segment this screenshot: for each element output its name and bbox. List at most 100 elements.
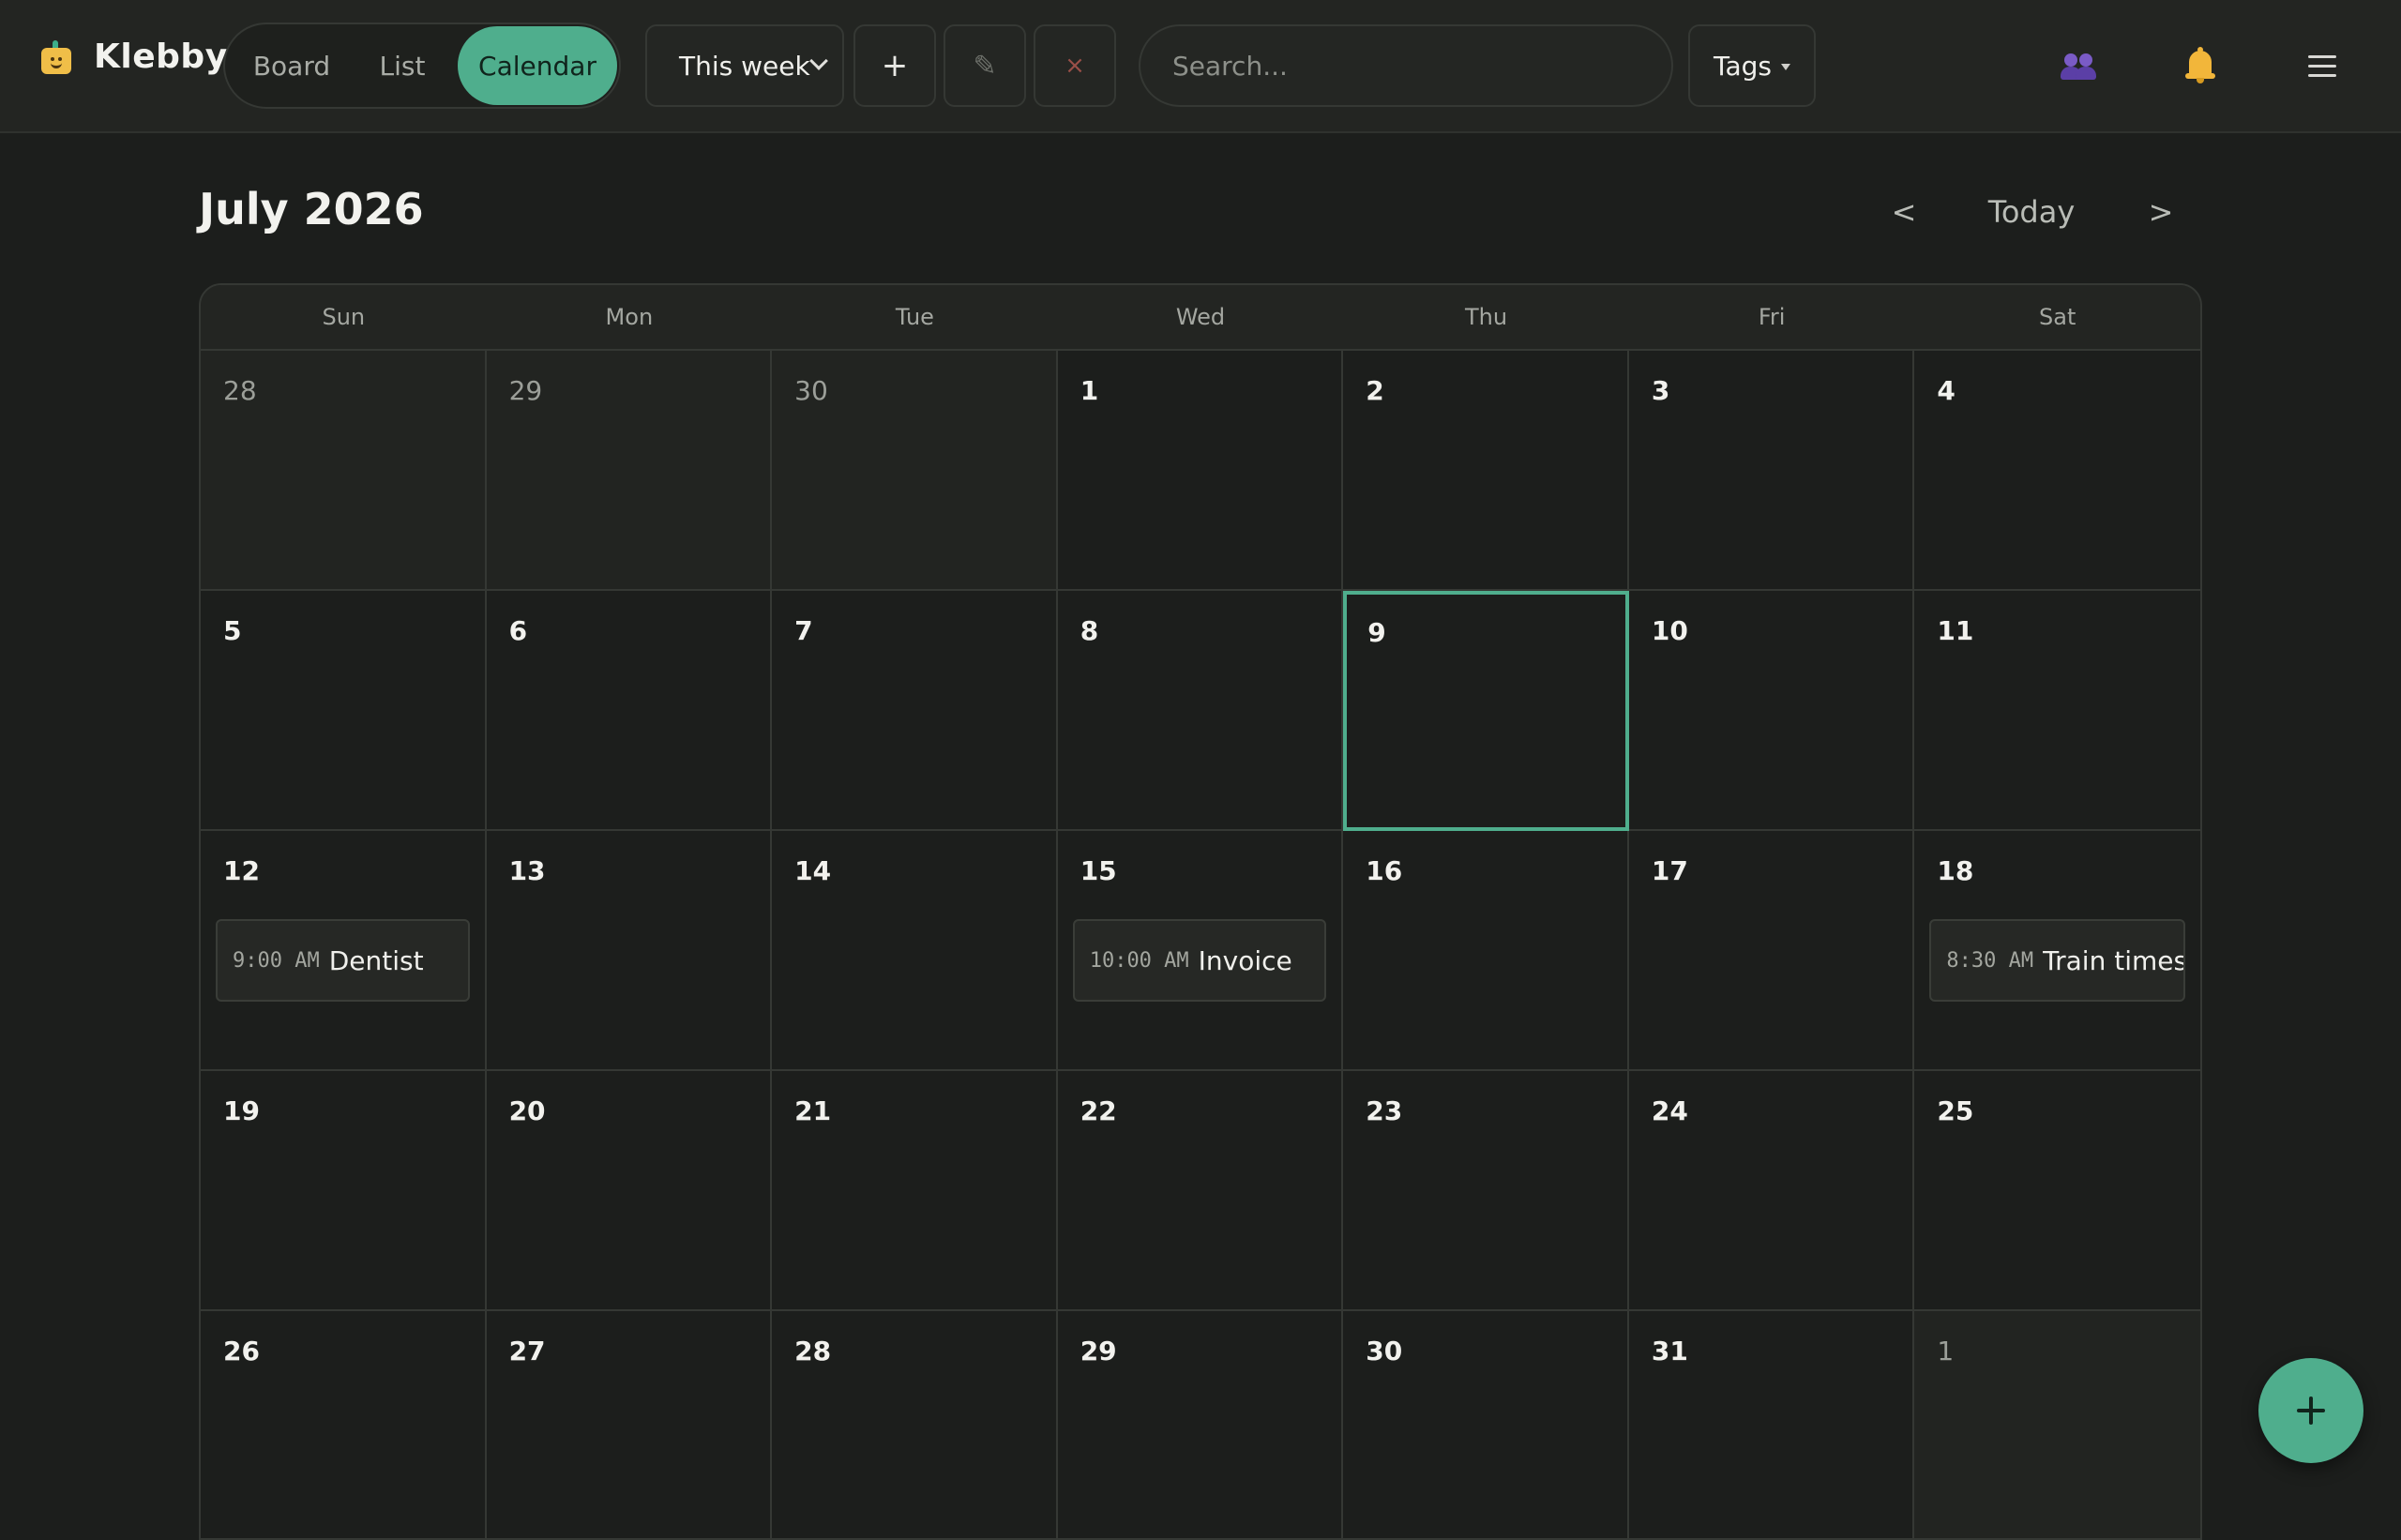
calendar-day[interactable]: 17 xyxy=(1628,831,1915,1071)
app-logo-icon xyxy=(38,38,75,76)
range-select[interactable]: This week xyxy=(645,24,844,107)
calendar-day[interactable]: 11 xyxy=(1914,591,2200,831)
users-icon xyxy=(2060,52,2097,80)
day-number: 28 xyxy=(223,375,257,406)
calendar-day[interactable]: 25 xyxy=(1914,1071,2200,1311)
day-number: 20 xyxy=(508,1095,546,1126)
day-number: 21 xyxy=(794,1095,832,1126)
pencil-icon: ✎ xyxy=(973,49,997,83)
view-switcher: Board List Calendar xyxy=(223,23,621,109)
users-button[interactable] xyxy=(2050,38,2107,94)
top-bar: Klebby Board List Calendar This week + ✎… xyxy=(0,0,2401,133)
calendar-day[interactable]: 12 9:00 AM Dentist xyxy=(201,831,487,1071)
calendar-day[interactable]: 7 xyxy=(772,591,1058,831)
tab-calendar[interactable]: Calendar xyxy=(458,26,617,105)
notifications-button[interactable] xyxy=(2172,38,2228,94)
day-number: 17 xyxy=(1651,855,1688,886)
weekday-label: Wed xyxy=(1175,304,1226,330)
day-number: 15 xyxy=(1080,855,1117,886)
day-number: 1 xyxy=(1080,375,1099,406)
calendar-day[interactable]: 28 xyxy=(201,351,487,591)
calendar-day[interactable]: 22 xyxy=(1057,1071,1344,1311)
event-time: 8:30 AM xyxy=(1946,948,2034,973)
weekday-label: Sat xyxy=(2039,304,2076,330)
month-title: July 2026 xyxy=(199,184,424,234)
calendar-day[interactable]: 13 xyxy=(486,831,773,1071)
calendar-day[interactable]: 4 xyxy=(1914,351,2200,591)
calendar-day[interactable]: 18 8:30 AM Train times xyxy=(1914,831,2200,1071)
edit-button[interactable]: ✎ xyxy=(944,24,1026,107)
today-button[interactable]: Today xyxy=(1970,184,2093,240)
day-number: 12 xyxy=(223,855,260,886)
day-number: 26 xyxy=(223,1336,260,1366)
calendar-event[interactable]: 8:30 AM Train times xyxy=(1929,919,2185,1002)
calendar-day[interactable]: 29 xyxy=(1057,1311,1344,1538)
day-number: 29 xyxy=(508,375,543,406)
plus-icon: + xyxy=(881,47,909,84)
calendar-day[interactable]: 20 xyxy=(486,1071,773,1311)
day-number: 7 xyxy=(794,615,813,646)
calendar-event[interactable]: 9:00 AM Dentist xyxy=(216,919,470,1002)
day-number: 11 xyxy=(1937,615,1974,646)
calendar-day[interactable]: 19 xyxy=(201,1071,487,1311)
tab-board[interactable]: Board xyxy=(236,26,347,105)
search-input[interactable] xyxy=(1139,24,1673,107)
day-number: 1 xyxy=(1937,1336,1955,1366)
calendar-day[interactable]: 30 xyxy=(772,351,1058,591)
calendar-day[interactable]: 27 xyxy=(486,1311,773,1538)
weekday-header: Sun Mon Tue Wed Thu Fri Sat xyxy=(201,285,2200,351)
weekday-label: Thu xyxy=(1465,304,1508,330)
calendar-day[interactable]: 6 xyxy=(486,591,773,831)
range-select-value: This week xyxy=(679,50,810,82)
add-button[interactable]: + xyxy=(853,24,936,107)
plus-icon xyxy=(2297,1397,2325,1425)
calendar-day[interactable]: 2 xyxy=(1343,351,1629,591)
event-time: 9:00 AM xyxy=(233,948,320,973)
tab-list[interactable]: List xyxy=(351,26,454,105)
day-number: 16 xyxy=(1366,855,1403,886)
calendar-day[interactable]: 1 xyxy=(1057,351,1344,591)
day-number: 18 xyxy=(1937,855,1974,886)
day-number: 3 xyxy=(1651,375,1670,406)
calendar-event[interactable]: 10:00 AM Invoice xyxy=(1072,919,1327,1002)
brand[interactable]: Klebby xyxy=(38,38,228,76)
menu-icon xyxy=(2308,49,2336,83)
tags-dropdown[interactable]: Tags xyxy=(1688,24,1816,107)
event-title: Invoice xyxy=(1198,944,1292,976)
calendar-day[interactable]: 16 xyxy=(1343,831,1629,1071)
calendar-day[interactable]: 10 xyxy=(1628,591,1915,831)
menu-button[interactable] xyxy=(2294,38,2350,94)
next-month-button[interactable]: > xyxy=(2142,184,2180,240)
calendar-day[interactable]: 24 xyxy=(1628,1071,1915,1311)
day-number: 22 xyxy=(1080,1095,1117,1126)
calendar-day[interactable]: 1 xyxy=(1914,1311,2200,1538)
event-title: Train times xyxy=(2043,944,2185,976)
prev-month-button[interactable]: < xyxy=(1885,184,1923,240)
calendar-day[interactable]: 30 xyxy=(1343,1311,1629,1538)
day-number: 19 xyxy=(223,1095,260,1126)
calendar-day[interactable]: 21 xyxy=(772,1071,1058,1311)
calendar-day[interactable]: 5 xyxy=(201,591,487,831)
day-number: 8 xyxy=(1080,615,1099,646)
calendar-day[interactable]: 31 xyxy=(1628,1311,1915,1538)
tags-label: Tags xyxy=(1714,50,1772,82)
calendar-day[interactable]: 28 xyxy=(772,1311,1058,1538)
new-event-fab[interactable] xyxy=(2258,1358,2363,1463)
app-name: Klebby xyxy=(94,38,228,76)
delete-button[interactable]: × xyxy=(1034,24,1116,107)
day-number: 4 xyxy=(1937,375,1956,406)
calendar-day[interactable]: 8 xyxy=(1057,591,1344,831)
calendar-weeks: 28 29 30 1 2 3 4 5 6 7 8 9 10 11 12 9:00 AM Dentist 13 14 1… xyxy=(201,351,2200,1538)
day-number: 5 xyxy=(223,615,242,646)
chevron-down-icon xyxy=(809,52,828,70)
calendar-day[interactable]: 15 10:00 AM Invoice xyxy=(1057,831,1344,1071)
calendar-day-today[interactable]: 9 xyxy=(1343,591,1629,831)
day-number: 25 xyxy=(1937,1095,1974,1126)
calendar-day[interactable]: 29 xyxy=(486,351,773,591)
calendar-day[interactable]: 3 xyxy=(1628,351,1915,591)
calendar-day[interactable]: 14 xyxy=(772,831,1058,1071)
calendar-day[interactable]: 26 xyxy=(201,1311,487,1538)
day-number: 9 xyxy=(1367,617,1386,648)
day-number: 6 xyxy=(508,615,528,646)
calendar-day[interactable]: 23 xyxy=(1343,1071,1629,1311)
